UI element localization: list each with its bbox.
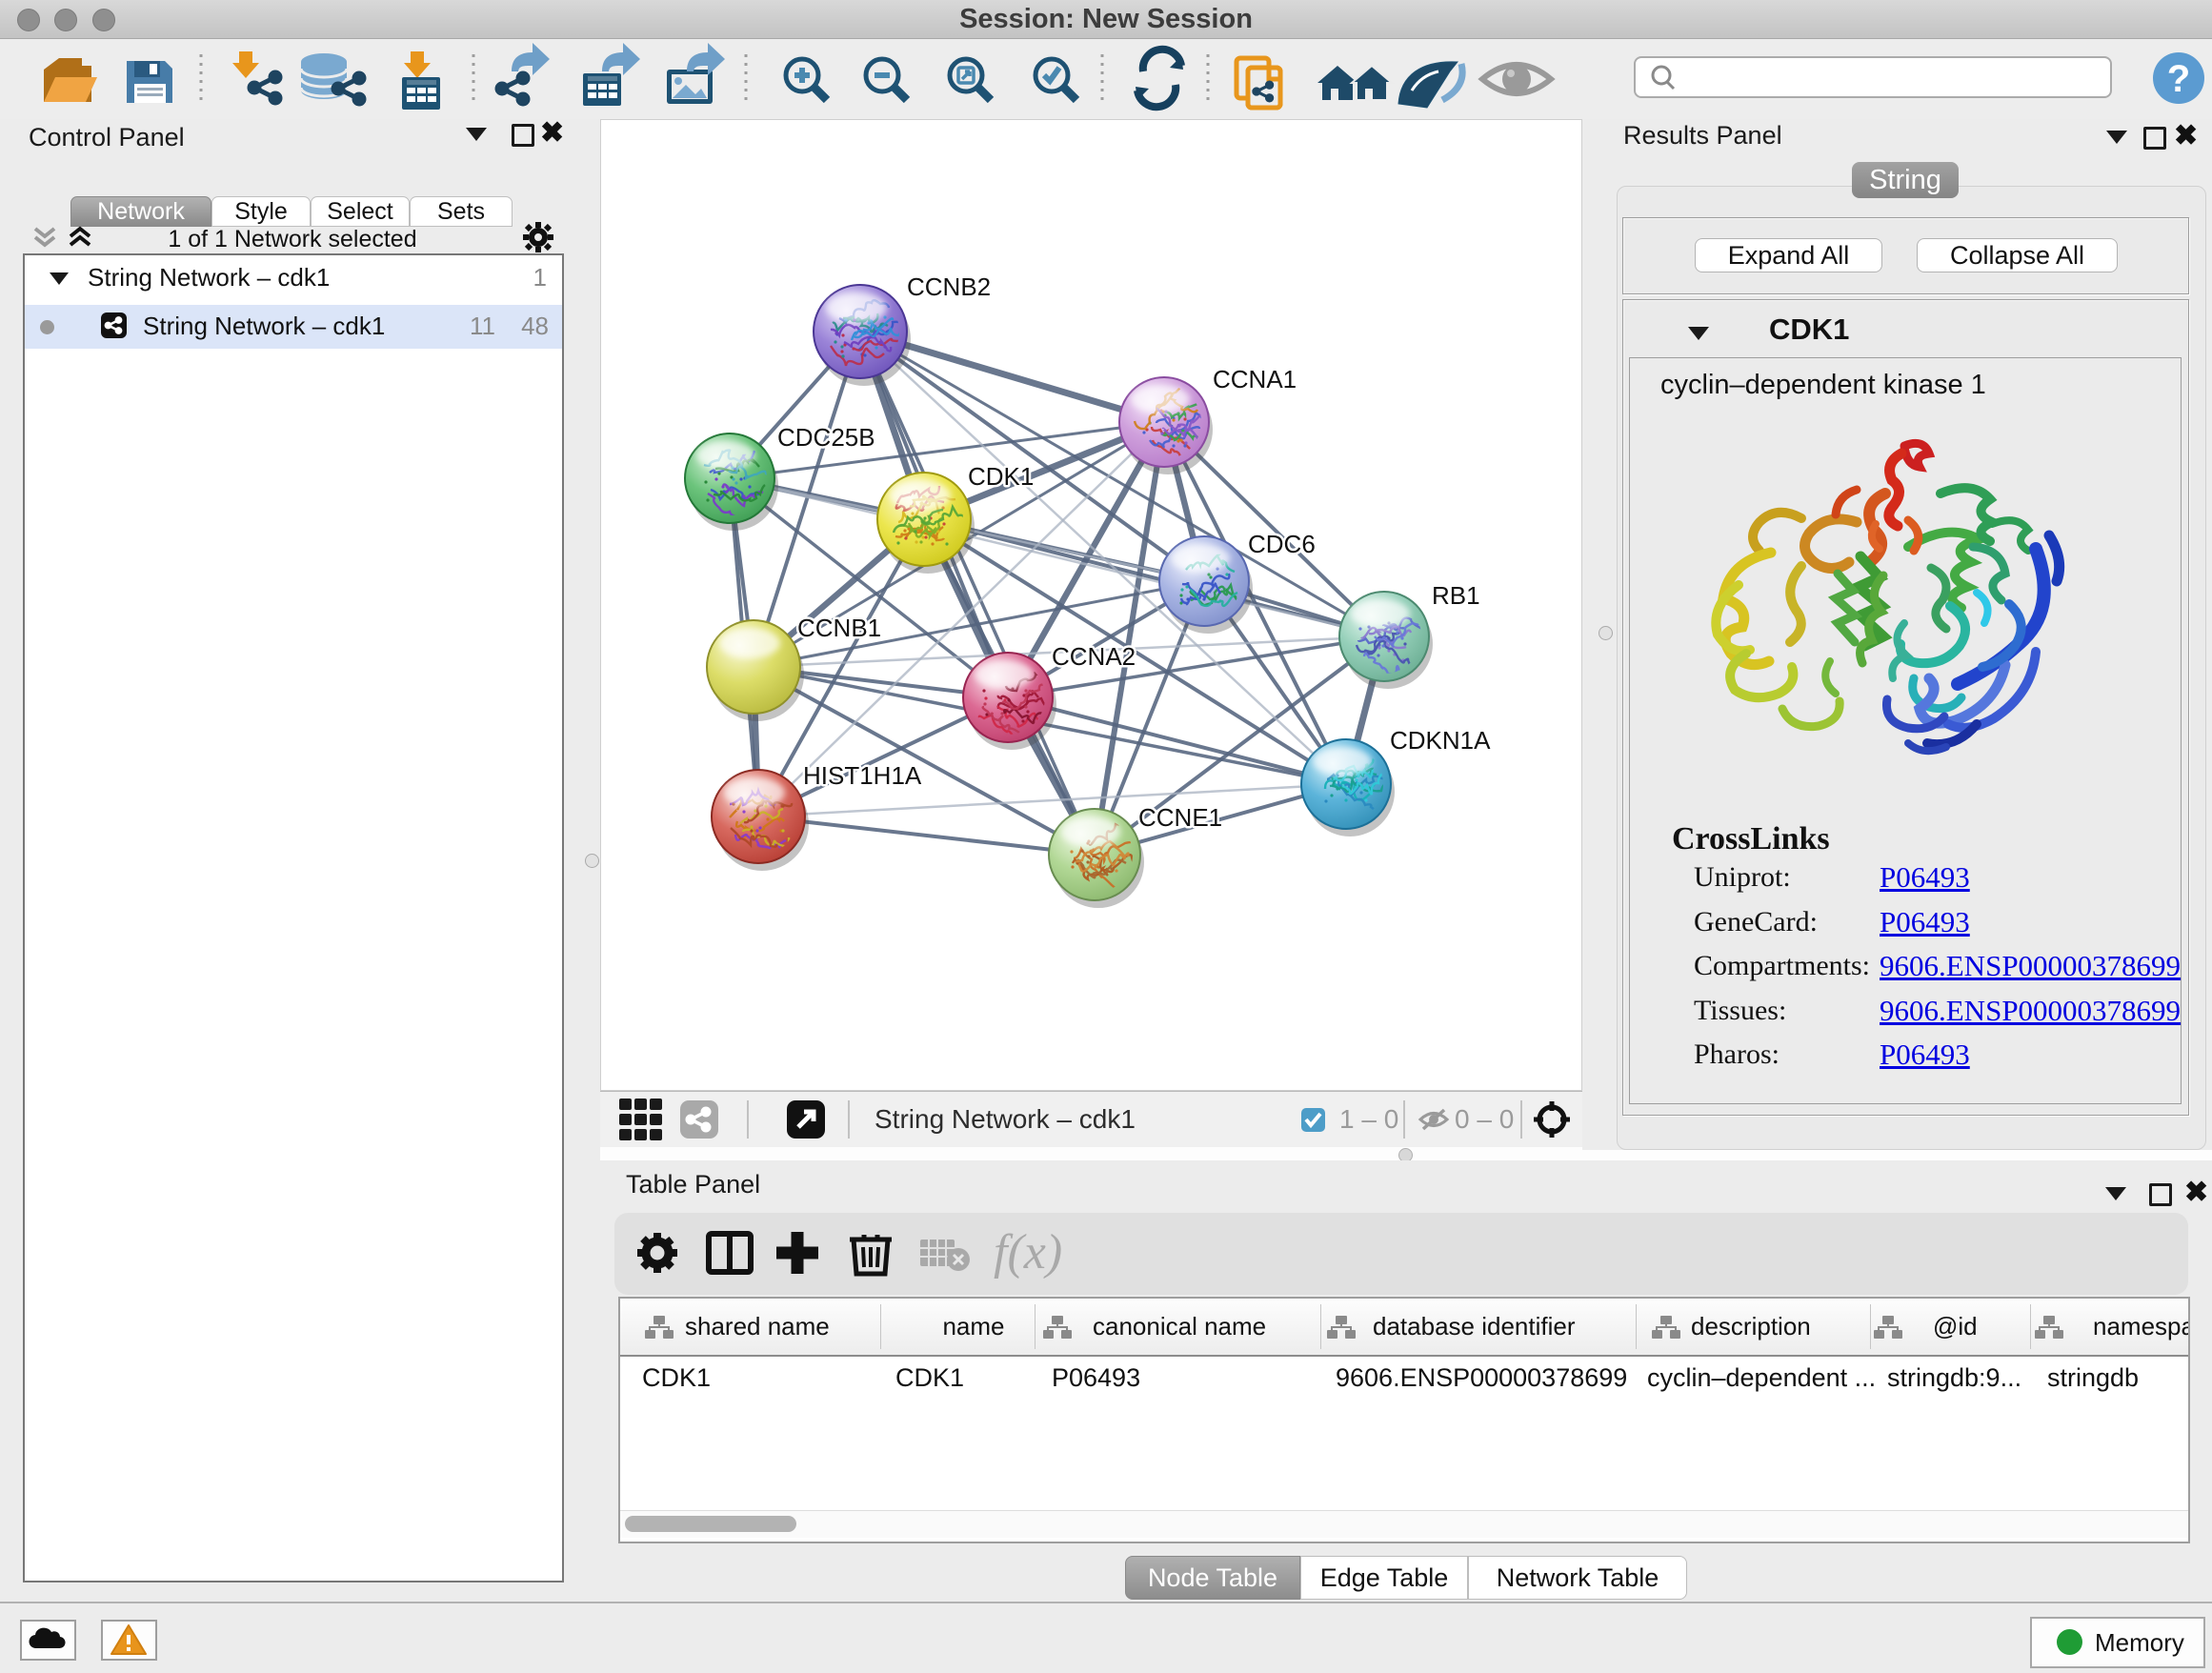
svg-text:CDC25B: CDC25B — [777, 423, 875, 452]
svg-text:?: ? — [2167, 58, 2190, 100]
svg-text:RB1: RB1 — [1432, 581, 1480, 610]
svg-text:HIST1H1A: HIST1H1A — [803, 761, 922, 790]
svg-text:CDKN1A: CDKN1A — [1390, 726, 1491, 755]
svg-text:f(x): f(x) — [994, 1225, 1062, 1280]
svg-text:CDC6: CDC6 — [1248, 530, 1316, 558]
svg-text:1 – 0: 1 – 0 — [1339, 1104, 1398, 1134]
svg-text:CCNE1: CCNE1 — [1138, 803, 1222, 832]
svg-text:CCNA1: CCNA1 — [1213, 365, 1297, 393]
svg-text:0 – 0: 0 – 0 — [1455, 1104, 1514, 1134]
svg-text:CCNB2: CCNB2 — [907, 272, 991, 301]
svg-text:CCNB1: CCNB1 — [797, 614, 881, 642]
svg-text:String Network – cdk1: String Network – cdk1 — [875, 1104, 1136, 1134]
svg-text:CDK1: CDK1 — [968, 462, 1034, 491]
svg-text:CCNA2: CCNA2 — [1052, 642, 1136, 671]
